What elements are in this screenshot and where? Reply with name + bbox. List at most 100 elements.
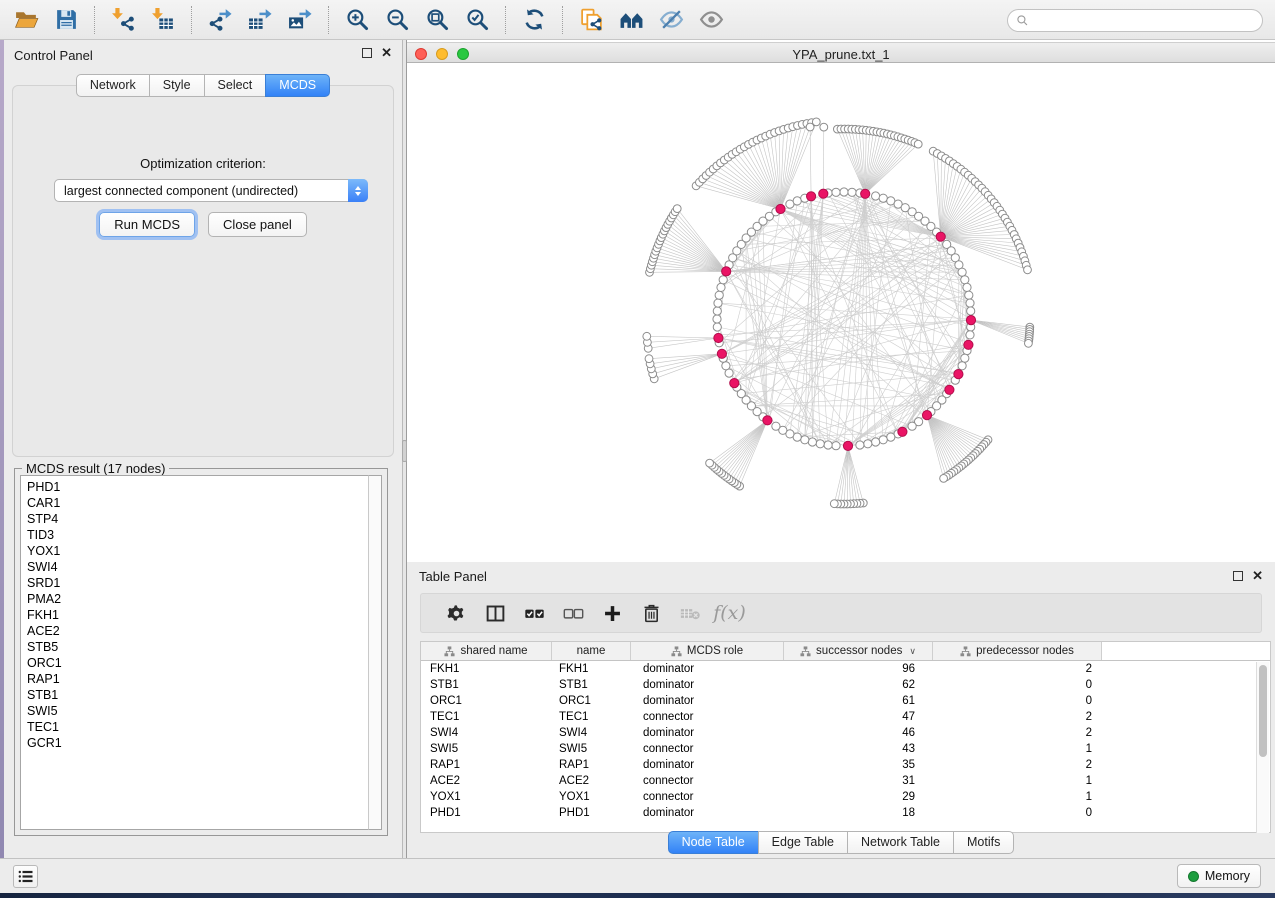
mcds-result-item[interactable]: TID3 [27,527,368,543]
toolbar-separator [328,6,329,34]
list-icon [18,870,33,883]
network-window-titlebar[interactable]: YPA_prune.txt_1 [407,42,1275,63]
column-header-MCDS-role[interactable]: MCDS role [631,642,784,660]
zoom-selected-button[interactable] [457,4,497,36]
toolbar-separator [505,6,506,34]
float-panel-icon[interactable] [362,48,372,58]
mcds-result-item[interactable]: SRD1 [27,575,368,591]
mcds-result-item[interactable]: SWI5 [27,703,368,719]
column-type-icon [444,646,455,657]
export-table-button[interactable] [240,4,280,36]
table-scrollbar-thumb[interactable] [1259,665,1267,757]
column-header-successor-nodes[interactable]: successor nodes∨ [784,642,933,660]
mcds-result-item[interactable]: CAR1 [27,495,368,511]
close-panel-button[interactable]: Close panel [208,212,307,237]
table-panel: Table Panel ✕ f(x) shared namenameMCDS r… [407,562,1275,858]
table-row[interactable]: FKH1 FKH1 dominator 96 2 [421,661,1270,677]
delete-column-button[interactable] [632,597,671,629]
zoom-fit-button[interactable] [417,4,457,36]
deselect-all-button[interactable] [554,597,593,629]
save-button[interactable] [46,4,86,36]
mcds-result-item[interactable]: PHD1 [27,479,368,495]
mcds-result-item[interactable]: GCR1 [27,735,368,751]
network-canvas[interactable] [407,63,1275,562]
column-header-predecessor-nodes[interactable]: predecessor nodes [933,642,1102,660]
column-header-shared-name[interactable]: shared name [421,642,552,660]
mcds-result-item[interactable]: STB1 [27,687,368,703]
export-image-button[interactable] [280,4,320,36]
table-panel-tabs: Node TableEdge TableNetwork TableMotifs [407,831,1275,854]
tab-motifs[interactable]: Motifs [953,831,1014,854]
mcds-result-item[interactable]: SWI4 [27,559,368,575]
settings-gear-icon [446,603,467,624]
clear-table-button[interactable] [671,597,710,629]
mcds-result-item[interactable]: PMA2 [27,591,368,607]
tab-style[interactable]: Style [149,74,205,97]
split-view-button[interactable] [476,597,515,629]
import-table-button[interactable] [143,4,183,36]
table-scrollbar[interactable] [1256,662,1269,833]
mcds-result-scrollbar[interactable] [368,475,382,830]
mcds-result-item[interactable]: ORC1 [27,655,368,671]
zoom-in-button[interactable] [337,4,377,36]
open-file-button[interactable] [6,4,46,36]
first-neighbors-button[interactable] [611,4,651,36]
memory-button[interactable]: Memory [1177,864,1261,888]
criterion-dropdown[interactable]: largest connected component (undirected) [54,179,368,202]
refresh-button[interactable] [514,4,554,36]
search-input[interactable] [1034,14,1262,28]
zoom-out-button[interactable] [377,4,417,36]
select-all-button[interactable] [515,597,554,629]
table-row[interactable]: STB1 STB1 dominator 62 0 [421,677,1270,693]
duplicate-network-button[interactable] [571,4,611,36]
tab-network-table[interactable]: Network Table [847,831,954,854]
dropdown-stepper-icon [348,179,368,202]
mcds-result-item[interactable]: YOX1 [27,543,368,559]
column-header-name[interactable]: name [552,642,631,660]
tab-edge-table[interactable]: Edge Table [758,831,848,854]
import-table-icon [151,7,176,32]
criterion-dropdown-value: largest connected component (undirected) [55,184,348,198]
mcds-result-item[interactable]: STB5 [27,639,368,655]
hide-selected-button[interactable] [651,4,691,36]
mcds-result-item[interactable]: TEC1 [27,719,368,735]
mcds-result-item[interactable]: FKH1 [27,607,368,623]
mcds-result-item[interactable]: RAP1 [27,671,368,687]
settings-gear-button[interactable] [437,597,476,629]
mcds-result-title: MCDS result (17 nodes) [22,461,169,476]
function-builder-button[interactable]: f(x) [710,597,749,629]
table-row[interactable]: SWI5 SWI5 connector 43 1 [421,741,1270,757]
table-row[interactable]: PHD1 PHD1 dominator 18 0 [421,805,1270,821]
mcds-result-list: PHD1CAR1STP4TID3YOX1SWI4SRD1PMA2FKH1ACE2… [20,475,368,830]
control-panel: Control Panel ✕ NetworkStyleSelectMCDS O… [4,40,402,858]
table-row[interactable]: YOX1 YOX1 connector 29 1 [421,789,1270,805]
run-mcds-button[interactable]: Run MCDS [99,212,195,237]
control-panel-tabs: NetworkStyleSelectMCDS [4,74,402,97]
show-all-icon [699,7,724,32]
add-column-button[interactable] [593,597,632,629]
tab-mcds[interactable]: MCDS [265,74,330,97]
import-network-icon [111,7,136,32]
export-network-button[interactable] [200,4,240,36]
table-row[interactable]: RAP1 RAP1 dominator 35 2 [421,757,1270,773]
tab-node-table[interactable]: Node Table [668,831,759,854]
close-panel-icon[interactable]: ✕ [381,48,392,58]
table-row[interactable]: ORC1 ORC1 dominator 61 0 [421,693,1270,709]
table-row[interactable]: TEC1 TEC1 connector 47 2 [421,709,1270,725]
float-table-panel-icon[interactable] [1233,571,1243,581]
search-field[interactable] [1007,9,1263,32]
delete-column-icon [641,603,662,624]
export-network-icon [208,7,233,32]
table-row[interactable]: SWI4 SWI4 dominator 46 2 [421,725,1270,741]
mcds-result-item[interactable]: STP4 [27,511,368,527]
tab-select[interactable]: Select [204,74,267,97]
show-all-button[interactable] [691,4,731,36]
close-table-panel-icon[interactable]: ✕ [1252,571,1263,581]
export-table-icon [248,7,273,32]
mcds-result-item[interactable]: ACE2 [27,623,368,639]
task-history-button[interactable] [13,865,38,888]
tab-network[interactable]: Network [76,74,150,97]
import-network-button[interactable] [103,4,143,36]
table-row[interactable]: ACE2 ACE2 connector 31 1 [421,773,1270,789]
mcds-result-group: MCDS result (17 nodes) PHD1CAR1STP4TID3Y… [14,468,388,836]
